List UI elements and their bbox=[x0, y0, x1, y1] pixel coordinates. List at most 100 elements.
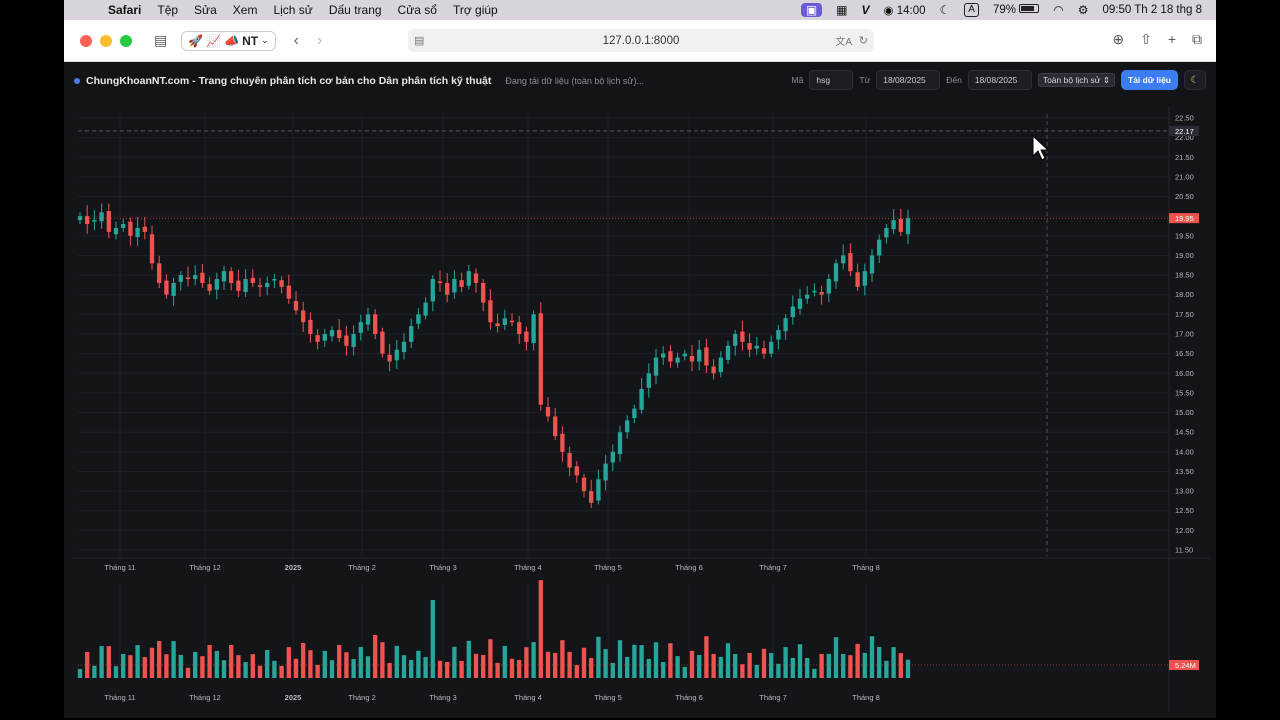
load-data-button[interactable]: Tải dữ liệu bbox=[1121, 70, 1178, 90]
from-date-input[interactable]: 18/08/2025 bbox=[876, 70, 941, 90]
screen-share-icon[interactable]: ▣ bbox=[800, 3, 823, 17]
menu-app-name[interactable]: Safari bbox=[108, 3, 141, 17]
battery-status[interactable]: 79% bbox=[993, 4, 1040, 16]
volume-bar bbox=[877, 647, 882, 678]
volume-bar bbox=[135, 645, 140, 678]
menu-view[interactable]: Xem bbox=[233, 3, 258, 17]
wifi-icon[interactable]: ◠ bbox=[1053, 3, 1063, 17]
price-chart[interactable]: 22.5022.0021.5021.0020.5020.0019.5019.00… bbox=[72, 106, 1210, 712]
volume-bar bbox=[121, 654, 126, 678]
price-tick-label: 11.50 bbox=[1175, 546, 1193, 555]
select-arrows-icon: ⇕ bbox=[1102, 74, 1110, 85]
download-icon[interactable]: ⊕ bbox=[1112, 31, 1124, 48]
volume-bar bbox=[661, 662, 666, 678]
brand-dot-icon bbox=[74, 78, 80, 84]
moon-icon[interactable]: ☾ bbox=[940, 3, 951, 17]
volume-time-tick-label: Tháng 5 bbox=[594, 693, 622, 702]
ticker-input[interactable]: hsg bbox=[809, 70, 854, 90]
candle-body bbox=[229, 271, 234, 283]
chart-canvas[interactable]: 22.5022.0021.5021.0020.5020.0019.5019.00… bbox=[72, 106, 1210, 712]
timer-text: 14:00 bbox=[896, 5, 926, 17]
candle-body bbox=[135, 227, 140, 237]
theme-toggle-button[interactable]: ☾ bbox=[1184, 70, 1206, 90]
tab-overview-icon[interactable]: ⧉ bbox=[1192, 31, 1202, 48]
menu-bookmarks[interactable]: Dấu trang bbox=[329, 3, 382, 17]
menu-file[interactable]: Tệp bbox=[157, 3, 178, 17]
tab-group-selector[interactable]: 🚀 📈 📣 NT ⌄ bbox=[181, 30, 276, 51]
volume-bar bbox=[553, 653, 558, 678]
reload-icon[interactable]: ↻ bbox=[859, 34, 868, 47]
volume-bar bbox=[437, 660, 443, 678]
window-controls bbox=[80, 34, 132, 47]
address-bar[interactable]: ▤ 127.0.0.1:8000 文A ↻ bbox=[408, 29, 874, 52]
volume-bar bbox=[682, 666, 687, 678]
minimize-window-button[interactable] bbox=[100, 34, 112, 47]
to-date-input[interactable]: 18/08/2025 bbox=[967, 70, 1032, 90]
candle-body bbox=[113, 227, 119, 235]
candle-body bbox=[272, 279, 277, 281]
forward-icon[interactable]: › bbox=[317, 32, 322, 50]
candle-body bbox=[193, 275, 198, 280]
volume-bar bbox=[77, 669, 83, 678]
translate-icon[interactable]: 文A bbox=[835, 33, 852, 48]
candle-body bbox=[646, 373, 651, 388]
candle-body bbox=[380, 331, 385, 354]
volume-bar bbox=[538, 580, 543, 678]
volume-bar bbox=[459, 660, 464, 678]
zoom-window-button[interactable] bbox=[120, 34, 132, 47]
v-app-icon[interactable]: V bbox=[862, 3, 870, 17]
volume-bar bbox=[653, 642, 659, 678]
volume-bar bbox=[401, 655, 407, 678]
volume-bar bbox=[805, 658, 810, 678]
menu-edit[interactable]: Sửa bbox=[194, 3, 217, 17]
megaphone-icon: 📣 bbox=[224, 33, 240, 48]
price-tick-label: 15.00 bbox=[1175, 408, 1194, 417]
price-tick-label: 15.50 bbox=[1175, 388, 1194, 397]
volume-bar bbox=[668, 643, 673, 678]
candle-body bbox=[373, 314, 378, 334]
candle-body bbox=[704, 347, 709, 366]
timer-status[interactable]: ◉ 14:00 bbox=[884, 3, 926, 17]
candle-body bbox=[236, 280, 241, 291]
menu-window[interactable]: Cửa sổ bbox=[398, 3, 437, 17]
candle-body bbox=[308, 319, 313, 334]
candle-body bbox=[689, 355, 695, 362]
menu-help[interactable]: Trợ giúp bbox=[453, 3, 498, 17]
price-tick-label: 18.50 bbox=[1175, 271, 1194, 280]
volume-bar bbox=[207, 644, 212, 678]
grid-app-icon[interactable]: ▦ bbox=[836, 3, 847, 17]
candle-body bbox=[495, 323, 500, 327]
url-text: 127.0.0.1:8000 bbox=[602, 34, 680, 47]
candle-body bbox=[797, 298, 803, 309]
volume-time-tick-label: Tháng 4 bbox=[514, 693, 542, 702]
last-price-label: 19.95 bbox=[1175, 214, 1194, 223]
control-center-icon[interactable]: ⚙ bbox=[1078, 3, 1089, 17]
volume-bar bbox=[689, 650, 695, 678]
candle-body bbox=[315, 335, 320, 342]
sidebar-toggle-icon[interactable]: ▤ bbox=[154, 32, 167, 49]
menubar-clock[interactable]: 09:50 Th 2 18 thg 8 bbox=[1102, 4, 1202, 16]
menu-history[interactable]: Lịch sử bbox=[273, 3, 312, 17]
range-select[interactable]: Toàn bộ lịch sử ⇕ bbox=[1037, 73, 1115, 87]
candle-body bbox=[545, 407, 551, 417]
new-tab-icon[interactable]: + bbox=[1168, 31, 1176, 48]
price-tick-label: 12.00 bbox=[1175, 526, 1194, 535]
candle-body bbox=[617, 432, 623, 455]
volume-bar bbox=[632, 644, 637, 678]
candle-body bbox=[747, 343, 752, 350]
candle-body bbox=[841, 255, 846, 264]
volume-bar bbox=[790, 657, 795, 678]
volume-bar bbox=[257, 665, 263, 678]
candle-body bbox=[769, 341, 774, 354]
query-controls: Mã hsg Từ 18/08/2025 Đến 18/08/2025 Toàn… bbox=[792, 70, 1206, 90]
candle-body bbox=[697, 349, 702, 362]
close-window-button[interactable] bbox=[80, 34, 92, 47]
volume-bar bbox=[891, 647, 896, 678]
share-icon[interactable]: ⇧ bbox=[1140, 31, 1152, 48]
input-source-icon[interactable]: A bbox=[964, 3, 979, 17]
volume-bar bbox=[797, 644, 803, 678]
time-tick-label: Tháng 4 bbox=[514, 563, 542, 572]
candle-body bbox=[776, 330, 781, 340]
candle-body bbox=[531, 314, 536, 344]
back-icon[interactable]: ‹ bbox=[294, 32, 299, 50]
